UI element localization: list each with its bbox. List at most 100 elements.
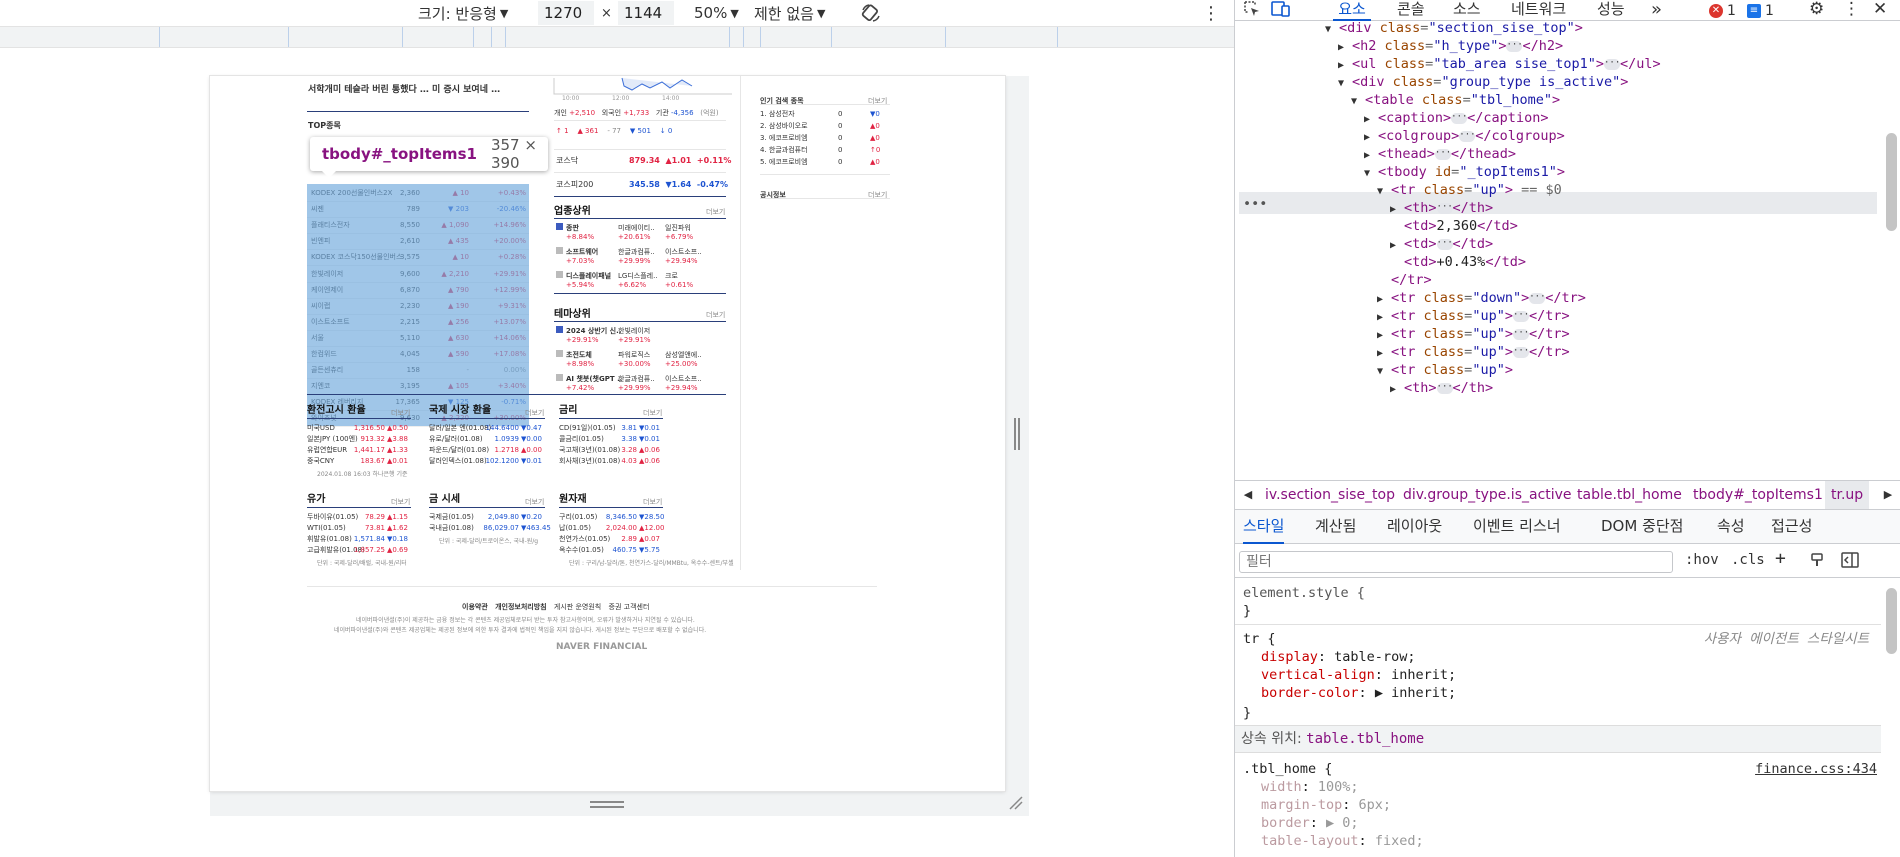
close-icon[interactable]: ✕ bbox=[1873, 0, 1887, 21]
ellipsis-badge[interactable]: ··· bbox=[1512, 328, 1529, 340]
tab-elements[interactable]: 요소 bbox=[1333, 0, 1371, 21]
popular-item[interactable]: 4. 한글과컴퓨터 bbox=[760, 145, 808, 155]
paint-icon[interactable] bbox=[1809, 552, 1825, 572]
fx-row-label[interactable]: 미국USD bbox=[307, 423, 335, 433]
media-query-marker[interactable] bbox=[159, 27, 160, 47]
collapse-arrow-icon[interactable]: ▼ bbox=[1325, 21, 1339, 41]
tab-dom-breakpoints[interactable]: DOM 중단점 bbox=[1601, 510, 1683, 544]
throttle-dropdown[interactable]: 제한 없음 ▼ bbox=[754, 0, 825, 26]
raw-more-link[interactable]: 더보기 bbox=[643, 497, 662, 507]
gold-row-label[interactable]: 국내금(01.08) bbox=[429, 523, 474, 533]
css-property[interactable]: border-color: ▶ inherit; bbox=[1261, 684, 1456, 702]
gear-icon[interactable]: ⚙ bbox=[1809, 0, 1824, 21]
tab-accessibility[interactable]: 접근성 bbox=[1771, 510, 1812, 544]
breadcrumb-scroll-left-icon[interactable]: ◀ bbox=[1239, 481, 1257, 509]
ellipsis-badge[interactable]: ··· bbox=[1436, 202, 1453, 214]
rates-more-link[interactable]: 더보기 bbox=[643, 408, 662, 418]
more-tabs-icon[interactable]: » bbox=[1651, 0, 1662, 21]
css-property[interactable]: margin-top: 6px; bbox=[1261, 796, 1391, 814]
tab-sources[interactable]: 소스 bbox=[1453, 0, 1481, 21]
zoom-dropdown[interactable]: 50% ▼ bbox=[694, 0, 739, 26]
fx-row-label[interactable]: 중국CNY bbox=[307, 456, 334, 466]
media-query-marker[interactable] bbox=[505, 27, 506, 47]
gold-more-link[interactable]: 더보기 bbox=[525, 497, 544, 507]
height-input[interactable]: 1144 bbox=[618, 1, 674, 25]
popular-item[interactable]: 5. 에코프로비엠 bbox=[760, 157, 808, 167]
ellipsis-badge[interactable]: ··· bbox=[1434, 148, 1451, 160]
resize-handle-bottom[interactable] bbox=[590, 801, 624, 808]
ellipsis-badge[interactable]: ··· bbox=[1436, 238, 1453, 250]
ellipsis-badge[interactable]: ··· bbox=[1506, 40, 1523, 52]
ellipsis-badge[interactable]: ··· bbox=[1451, 112, 1467, 124]
media-query-marker[interactable] bbox=[491, 27, 492, 47]
styles-pane[interactable]: element.style { } tr { 사용자 에이전트 스타일시트 di… bbox=[1235, 578, 1881, 857]
footer-link[interactable]: 개인정보처리방침 bbox=[495, 603, 547, 611]
tab-performance[interactable]: 성능 bbox=[1597, 0, 1625, 21]
filter-input[interactable]: 필터 bbox=[1239, 551, 1673, 573]
breadcrumb-item[interactable]: table.tbl_home bbox=[1577, 481, 1682, 509]
dom-scrollbar[interactable] bbox=[1881, 21, 1900, 480]
tab-properties[interactable]: 속성 bbox=[1717, 510, 1745, 544]
footer-link[interactable]: 게시판 운영원칙 bbox=[554, 603, 601, 611]
collapse-arrow-icon[interactable]: ▼ bbox=[1364, 163, 1378, 185]
index-row[interactable]: 코스피200 bbox=[556, 180, 593, 190]
breadcrumb-item[interactable]: tbody#_topItems1 bbox=[1693, 481, 1823, 509]
error-badge[interactable]: ✕ 1 bbox=[1709, 2, 1736, 19]
media-query-marker[interactable] bbox=[743, 27, 744, 47]
tab-console[interactable]: 콘솔 bbox=[1397, 0, 1425, 21]
collapse-arrow-icon[interactable]: ▼ bbox=[1351, 91, 1365, 113]
expand-arrow-icon[interactable]: ▶ bbox=[1390, 379, 1404, 401]
sector-more-link[interactable]: 더보기 bbox=[706, 207, 725, 217]
popular-item[interactable]: 2. 삼성바이오로 bbox=[760, 121, 808, 131]
popular-item[interactable]: 1. 삼성전자 bbox=[760, 109, 795, 119]
media-query-marker[interactable] bbox=[402, 27, 403, 47]
theme-more-link[interactable]: 더보기 bbox=[706, 310, 725, 320]
new-rule-icon[interactable]: + bbox=[1775, 548, 1786, 569]
hov-toggle[interactable]: :hov bbox=[1685, 552, 1719, 568]
media-query-marker[interactable] bbox=[473, 27, 474, 47]
rotate-icon[interactable] bbox=[860, 0, 882, 26]
dimension-mode-dropdown[interactable]: 크기: 반응형 ▼ bbox=[418, 0, 508, 26]
resize-handle-right[interactable] bbox=[1014, 418, 1020, 450]
tr-rule-selector[interactable]: tr { bbox=[1243, 630, 1276, 648]
media-query-marker[interactable] bbox=[760, 27, 761, 47]
fx-more-link[interactable]: 더보기 bbox=[391, 408, 410, 418]
element-style-selector[interactable]: element.style { bbox=[1243, 584, 1365, 602]
ellipsis-badge[interactable]: ··· bbox=[1459, 130, 1476, 142]
tab-network[interactable]: 네트워크 bbox=[1511, 0, 1566, 21]
inherited-from-link[interactable]: table.tbl_home bbox=[1306, 731, 1424, 747]
gold-row-label[interactable]: 국제금(01.05) bbox=[429, 512, 474, 522]
ellipsis-badge[interactable]: ··· bbox=[1512, 310, 1529, 322]
popular-item[interactable]: 3. 에코프로비엠 bbox=[760, 133, 808, 143]
css-property[interactable]: display: table-row; bbox=[1261, 648, 1415, 666]
media-query-marker[interactable] bbox=[945, 27, 946, 47]
ellipsis-badge[interactable]: ··· bbox=[1512, 346, 1529, 358]
breadcrumb-item-active[interactable]: tr.up bbox=[1825, 481, 1870, 509]
oil-more-link[interactable]: 더보기 bbox=[391, 497, 410, 507]
cls-toggle[interactable]: .cls bbox=[1731, 552, 1765, 568]
dom-tree[interactable]: ••• ▼ <div class="section_sise_top"> ▶ <h2 … bbox=[1235, 21, 1881, 480]
media-query-bar[interactable] bbox=[0, 26, 1234, 48]
css-property[interactable]: border: ▶ 0; bbox=[1261, 814, 1359, 832]
scrollbar-thumb[interactable] bbox=[1886, 588, 1897, 654]
index-row[interactable]: 코스닥 bbox=[556, 156, 578, 166]
scrollbar-thumb[interactable] bbox=[1886, 133, 1897, 231]
footer-link[interactable]: 이용약관 bbox=[462, 603, 488, 611]
tab-layout[interactable]: 레이아웃 bbox=[1387, 510, 1442, 544]
device-toolbar-icon[interactable] bbox=[1271, 0, 1291, 21]
css-property[interactable]: width: 100%; bbox=[1261, 778, 1359, 796]
stylesheet-source-link[interactable]: finance.css:434 bbox=[1755, 760, 1877, 778]
resize-handle-corner[interactable] bbox=[1008, 795, 1024, 811]
breadcrumb-item[interactable]: iv.section_sise_top bbox=[1265, 481, 1395, 509]
node-actions-ellipsis[interactable]: ••• bbox=[1243, 193, 1267, 215]
ellipsis-badge[interactable]: ··· bbox=[1604, 58, 1620, 70]
collapse-arrow-icon[interactable]: ▼ bbox=[1377, 361, 1391, 383]
more-options-icon[interactable]: ⋮ bbox=[1202, 0, 1220, 26]
tab-computed[interactable]: 계산됨 bbox=[1315, 510, 1356, 544]
toggle-sidebar-icon[interactable] bbox=[1841, 552, 1859, 572]
footer-link[interactable]: 증권 고객센터 bbox=[609, 603, 650, 611]
collapse-arrow-icon[interactable]: ▼ bbox=[1377, 181, 1391, 203]
tab-styles[interactable]: 스타일 bbox=[1243, 510, 1285, 544]
css-property[interactable]: table-layout: fixed; bbox=[1261, 832, 1424, 850]
breadcrumb-item[interactable]: div.group_type.is_active bbox=[1403, 481, 1572, 509]
